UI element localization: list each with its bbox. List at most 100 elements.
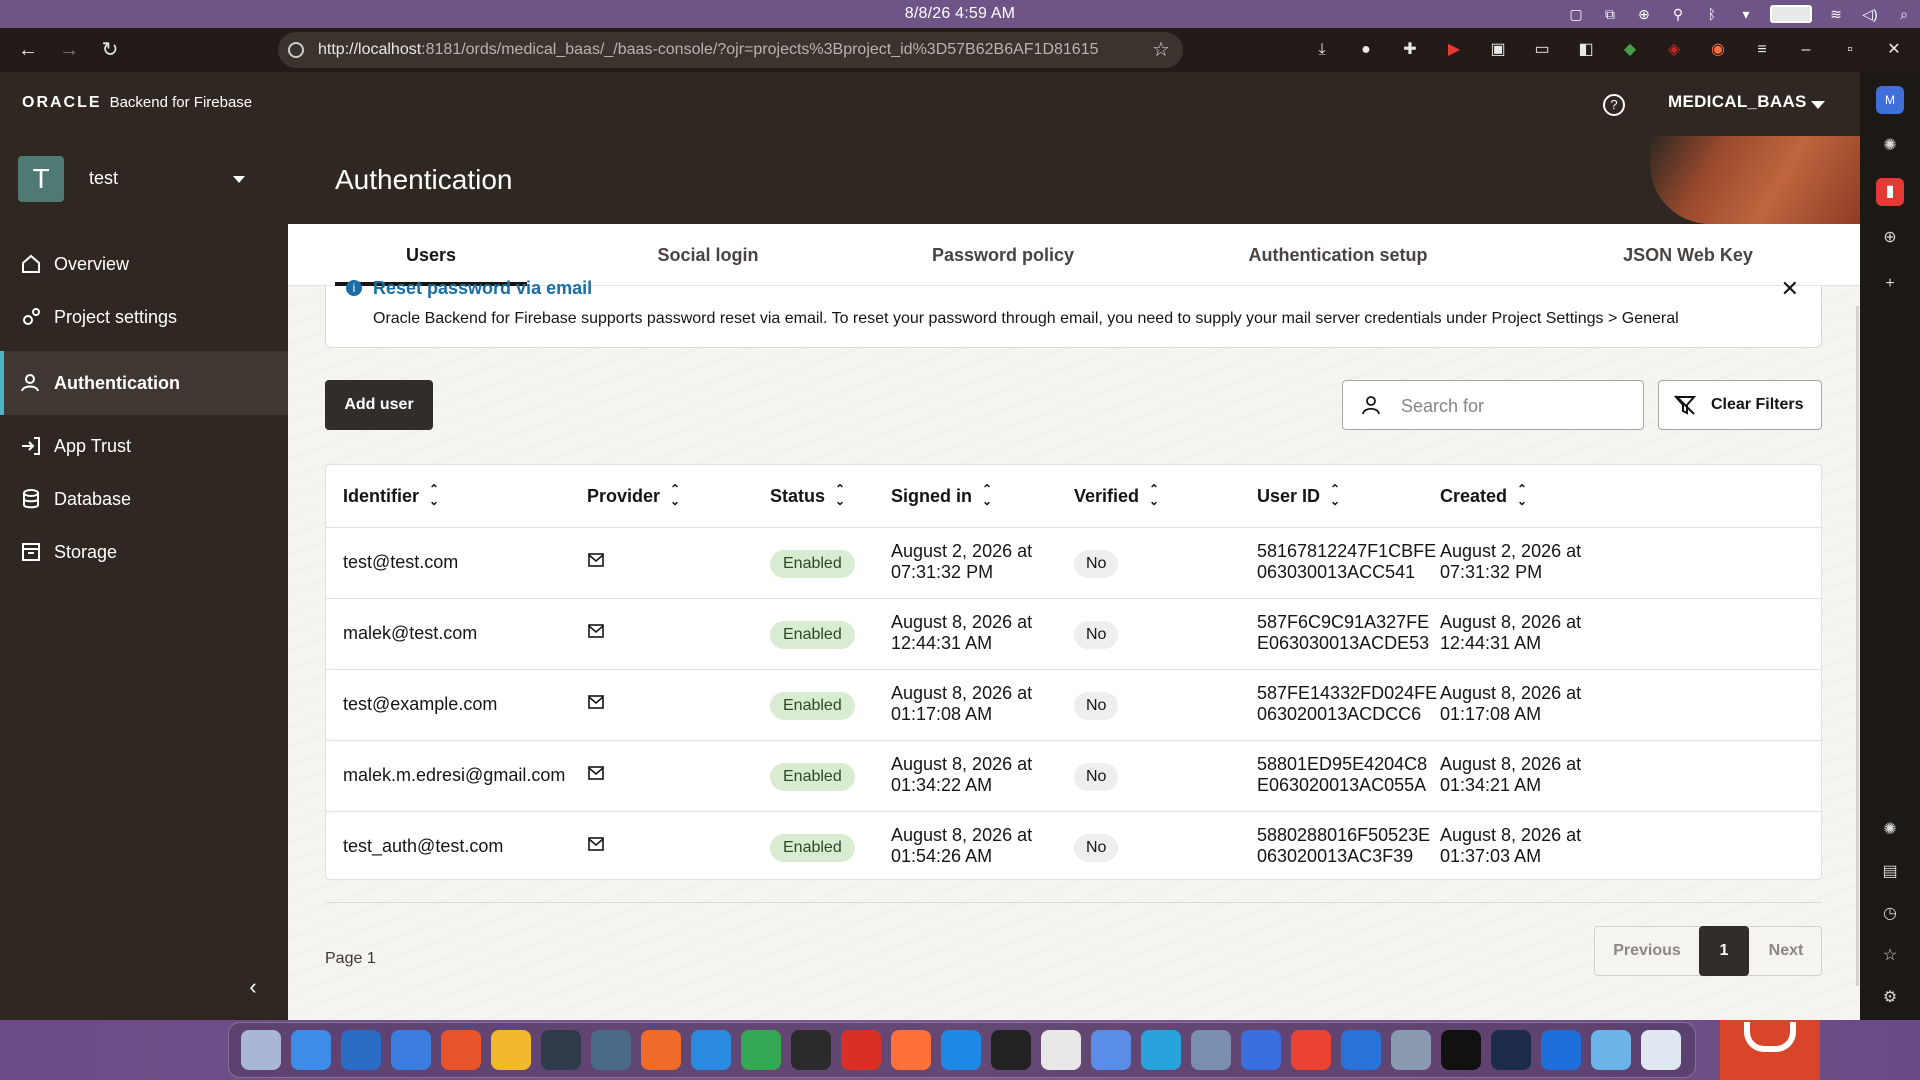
anydesk-icon[interactable] (841, 1030, 881, 1070)
extensions-icon[interactable]: ✚ (1398, 38, 1422, 62)
battery-icon[interactable] (1770, 5, 1812, 23)
globe-icon[interactable]: ⊕ (1876, 224, 1904, 252)
column-header-created[interactable]: Created ⌃ ⌄ (1440, 465, 1527, 527)
clear-filters-button[interactable]: Clear Filters (1658, 380, 1822, 430)
pycharm-icon[interactable] (1241, 1030, 1281, 1070)
page-1-button[interactable]: 1 (1699, 926, 1749, 976)
column-header-verified[interactable]: Verified ⌃ ⌄ (1074, 465, 1159, 527)
sort-icon[interactable]: ⌃ ⌄ (982, 483, 992, 507)
flow-icon[interactable] (1341, 1030, 1381, 1070)
address-bar[interactable]: http://localhost:8181/ords/medical_baas/… (278, 32, 1183, 68)
firefox-icon[interactable] (891, 1030, 931, 1070)
column-header-user-id[interactable]: User ID ⌃ ⌄ (1257, 465, 1340, 527)
update-icon[interactable]: ⊕ (1634, 5, 1654, 23)
inkscape-icon[interactable] (1041, 1030, 1081, 1070)
software-center-icon[interactable] (341, 1030, 381, 1070)
mail-icon[interactable] (291, 1030, 331, 1070)
vivaldi-icon[interactable] (241, 1030, 281, 1070)
gmail-icon[interactable] (1291, 1030, 1331, 1070)
scrollbar[interactable] (1856, 306, 1859, 986)
tab-authentication-setup[interactable]: Authentication setup (1208, 224, 1468, 286)
search-input[interactable] (1401, 393, 1631, 419)
torrent-icon[interactable] (441, 1030, 481, 1070)
reload-icon[interactable]: ↻ (98, 38, 122, 62)
sort-icon[interactable]: ⌃ ⌄ (1330, 483, 1340, 507)
cube-app-icon[interactable] (991, 1030, 1031, 1070)
oracle-app-icon[interactable] (1720, 1020, 1820, 1080)
arch-icon[interactable] (1491, 1030, 1531, 1070)
tab-json-web-key[interactable]: JSON Web Key (1588, 224, 1788, 286)
sidebar-item-project-settings[interactable]: Project settings (0, 285, 288, 349)
youtube-extension-icon[interactable]: ▶ (1442, 38, 1466, 62)
sort-icon[interactable]: ⌃ ⌄ (1149, 483, 1159, 507)
bookmark-star-icon[interactable]: ☆ (1152, 37, 1170, 62)
table-row[interactable]: test@example.com Enabled August 8, 2026 … (326, 669, 1821, 740)
window-icon[interactable]: ▢ (1566, 5, 1586, 23)
maximize-icon[interactable]: ▫ (1838, 38, 1862, 62)
wallet-icon[interactable]: ▤ (1876, 858, 1904, 886)
brand-logo[interactable]: ORACLE Backend for Firebase (22, 94, 252, 112)
vpn-extension-icon[interactable]: ◆ (1618, 38, 1642, 62)
postman-icon[interactable] (641, 1030, 681, 1070)
site-info-icon[interactable] (288, 42, 304, 58)
telegram-icon[interactable] (1141, 1030, 1181, 1070)
column-header-provider[interactable]: Provider ⌃ ⌄ (587, 465, 680, 527)
bookmarks-icon[interactable]: ☆ (1876, 942, 1904, 970)
image-viewer-icon[interactable] (1591, 1030, 1631, 1070)
system-monitor-icon[interactable] (541, 1030, 581, 1070)
help-icon[interactable]: ? (1603, 94, 1625, 116)
sidebar-item-authentication[interactable]: Authentication (0, 351, 288, 415)
android-studio-icon[interactable] (1091, 1030, 1131, 1070)
ai-assistant-icon[interactable]: ✺ (1876, 132, 1904, 160)
next-page-button[interactable]: Next (1749, 927, 1823, 975)
wifi-icon[interactable]: ≋ (1826, 5, 1846, 23)
table-row[interactable]: test_auth@test.com Enabled August 8, 202… (326, 811, 1821, 879)
column-header-signed-in[interactable]: Signed in ⌃ ⌄ (891, 465, 992, 527)
terminal-icon[interactable] (791, 1030, 831, 1070)
calendar-icon[interactable] (391, 1030, 431, 1070)
add-user-button[interactable]: Add user (325, 380, 433, 430)
close-icon[interactable]: ✕ (1781, 276, 1799, 302)
chrome-icon[interactable] (741, 1030, 781, 1070)
sort-icon[interactable]: ⌃ ⌄ (1517, 483, 1527, 507)
mail-app-icon[interactable]: M (1876, 86, 1904, 114)
sidebar-item-storage[interactable]: Storage (0, 520, 288, 584)
tab-users[interactable]: Users (335, 224, 527, 286)
chevron-down-icon[interactable] (1811, 101, 1825, 109)
wallet-icon[interactable]: ▣ (1486, 38, 1510, 62)
close-window-icon[interactable]: ✕ (1882, 38, 1906, 62)
table-row[interactable]: malek.m.edresi@gmail.com Enabled August … (326, 740, 1821, 811)
column-header-identifier[interactable]: Identifier ⌃ ⌄ (343, 465, 439, 527)
trash-icon[interactable] (1641, 1030, 1681, 1070)
table-row[interactable]: test@test.com Enabled August 2, 2026 at 0… (326, 527, 1821, 598)
ublock-icon[interactable]: ◈ (1662, 38, 1686, 62)
tab-password-policy[interactable]: Password policy (888, 224, 1118, 286)
sidebar-toggle-icon[interactable]: ◧ (1574, 38, 1598, 62)
add-panel-icon[interactable]: + (1876, 270, 1904, 298)
tab-social-login[interactable]: Social login (608, 224, 808, 286)
history-icon[interactable]: ◷ (1876, 900, 1904, 928)
brave-rewards-icon[interactable]: ◉ (1706, 38, 1730, 62)
obs-studio-icon[interactable] (1441, 1030, 1481, 1070)
virtualbox-icon[interactable] (1191, 1030, 1231, 1070)
minimize-icon[interactable]: – (1794, 38, 1818, 62)
profile-icon[interactable]: ● (1354, 38, 1378, 62)
user-menu[interactable]: MEDICAL_BAAS (1668, 92, 1807, 112)
search-field[interactable] (1342, 380, 1644, 430)
bluetooth-icon[interactable]: ᛒ (1702, 5, 1722, 23)
back-icon[interactable]: ← (16, 38, 40, 62)
notes-icon[interactable]: ▮ (1876, 178, 1904, 206)
location-icon[interactable]: ⚲ (1668, 5, 1688, 23)
previous-page-button[interactable]: Previous (1595, 927, 1699, 975)
outlook-icon[interactable] (1541, 1030, 1581, 1070)
files-icon[interactable] (491, 1030, 531, 1070)
settings-icon[interactable]: ⚙ (1876, 984, 1904, 1012)
column-header-status[interactable]: Status ⌃ ⌄ (770, 465, 845, 527)
sort-icon[interactable]: ⌃ ⌄ (429, 483, 439, 507)
reader-icon[interactable]: ▭ (1530, 38, 1554, 62)
vscode-icon[interactable] (941, 1030, 981, 1070)
helmet-app-icon[interactable] (1391, 1030, 1431, 1070)
sort-icon[interactable]: ⌃ ⌄ (670, 483, 680, 507)
collapse-sidebar-icon[interactable]: ‹ (243, 974, 263, 1000)
chatgpt-icon[interactable]: ✺ (1876, 816, 1904, 844)
